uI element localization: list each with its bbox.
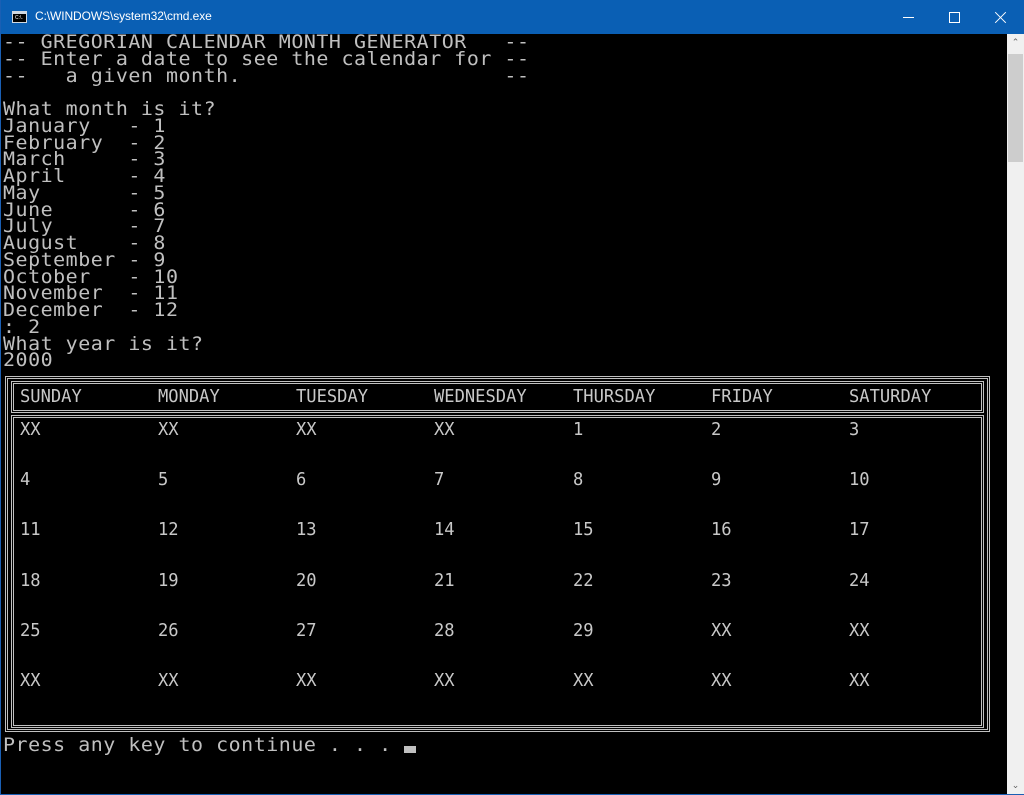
calendar-day-cell: 14 — [434, 519, 455, 541]
calendar-day-cell: 11 — [20, 519, 41, 541]
calendar-day-cell: 4 — [20, 469, 31, 491]
scroll-up-icon[interactable]: ⌃ — [1007, 34, 1024, 51]
calendar-day-cell: 9 — [711, 469, 722, 491]
calendar-day-cell: 7 — [434, 469, 445, 491]
minimize-icon — [902, 16, 914, 18]
calendar-day-cell: XX — [711, 670, 732, 691]
calendar-day-cell: 26 — [158, 619, 179, 641]
calendar-day-cell: 20 — [296, 569, 317, 591]
press-any-key-prompt: Press any key to continue . . . — [3, 734, 405, 756]
calendar-day-cell: 24 — [849, 569, 870, 591]
calendar-day-cell: 27 — [296, 619, 317, 641]
calendar-day-cell: 16 — [711, 519, 732, 541]
calendar-day-cell: 22 — [573, 569, 594, 591]
calendar-day-cell: 17 — [849, 519, 870, 541]
calendar-frame: SUNDAY MONDAY TUESDAY WEDNESDAY THURSDAY FRID… — [5, 376, 990, 732]
day-header: FRIDAY — [711, 386, 773, 407]
close-icon — [994, 11, 1007, 24]
maximize-icon — [948, 11, 960, 23]
calendar-day-cell: 2 — [711, 419, 722, 440]
calendar-day-cell: 28 — [434, 619, 455, 641]
day-header: WEDNESDAY — [434, 386, 527, 407]
calendar-day-cell: XX — [434, 670, 455, 691]
calendar-day-cell: 19 — [158, 569, 179, 591]
banner-line: -- a given month. -- — [3, 64, 530, 87]
calendar-day-cell: 10 — [849, 469, 870, 491]
calendar-day-cell: 8 — [573, 469, 584, 491]
calendar-day-cell: 12 — [158, 519, 179, 541]
scroll-down-icon[interactable]: ⌄ — [1007, 777, 1024, 794]
cmd-window: C:\. C:\WINDOWS\system32\cmd.exe SUNDAY M… — [0, 0, 1024, 795]
calendar-day-cell: 21 — [434, 569, 455, 591]
calendar-day-cell: 6 — [296, 469, 307, 491]
calendar-header: SUNDAY MONDAY TUESDAY WEDNESDAY THURSDAY FRID… — [11, 381, 984, 413]
day-header: TUESDAY — [296, 386, 369, 407]
calendar-day-cell: 1 — [573, 419, 584, 440]
day-header: THURSDAY — [573, 386, 656, 407]
text-cursor — [404, 746, 416, 753]
calendar-body: XX XX XX XX 1 2 3 4 5 6 7 8 9 10 11 12 13 14 15 16 17 18 19 20 2… — [11, 415, 984, 728]
window-title: C:\WINDOWS\system32\cmd.exe — [35, 9, 212, 23]
calendar-day-cell: XX — [20, 419, 41, 440]
calendar-day-cell: 25 — [20, 619, 41, 641]
day-header: MONDAY — [158, 386, 220, 407]
calendar-day-cell: XX — [711, 619, 732, 641]
calendar-day-cell: 18 — [20, 569, 41, 591]
cmd-icon-text: C:\. — [15, 15, 23, 21]
calendar-day-cell: 3 — [849, 419, 860, 440]
calendar-day-cell: XX — [296, 670, 317, 691]
calendar-day-cell: 13 — [296, 519, 317, 541]
calendar-day-cell: XX — [573, 670, 594, 691]
calendar-day-cell: 23 — [711, 569, 732, 591]
day-header: SUNDAY — [20, 386, 82, 407]
calendar-day-cell: 29 — [573, 619, 594, 641]
cmd-icon: C:\. — [12, 11, 27, 23]
close-button[interactable] — [977, 0, 1023, 34]
calendar-day-cell: XX — [434, 419, 455, 440]
calendar-day-cell: XX — [849, 670, 870, 691]
scrollbar-thumb[interactable] — [1008, 54, 1023, 162]
console-output[interactable]: SUNDAY MONDAY TUESDAY WEDNESDAY THURSDAY FRID… — [2, 34, 1007, 794]
title-bar[interactable]: C:\. C:\WINDOWS\system32\cmd.exe — [1, 0, 1024, 34]
calendar-day-cell: XX — [296, 419, 317, 440]
calendar-day-cell: XX — [158, 419, 179, 440]
maximize-button[interactable] — [931, 0, 977, 34]
calendar-day-cell: XX — [849, 619, 870, 641]
year-input-echo: 2000 — [3, 349, 54, 372]
calendar-day-cell: XX — [158, 670, 179, 691]
day-header: SATURDAY — [849, 386, 932, 407]
calendar-day-cell: 5 — [158, 469, 169, 491]
vertical-scrollbar[interactable]: ⌃ ⌄ — [1007, 34, 1024, 794]
calendar-day-cell: XX — [20, 670, 41, 691]
minimize-button[interactable] — [885, 0, 931, 34]
calendar-day-cell: 15 — [573, 519, 594, 541]
